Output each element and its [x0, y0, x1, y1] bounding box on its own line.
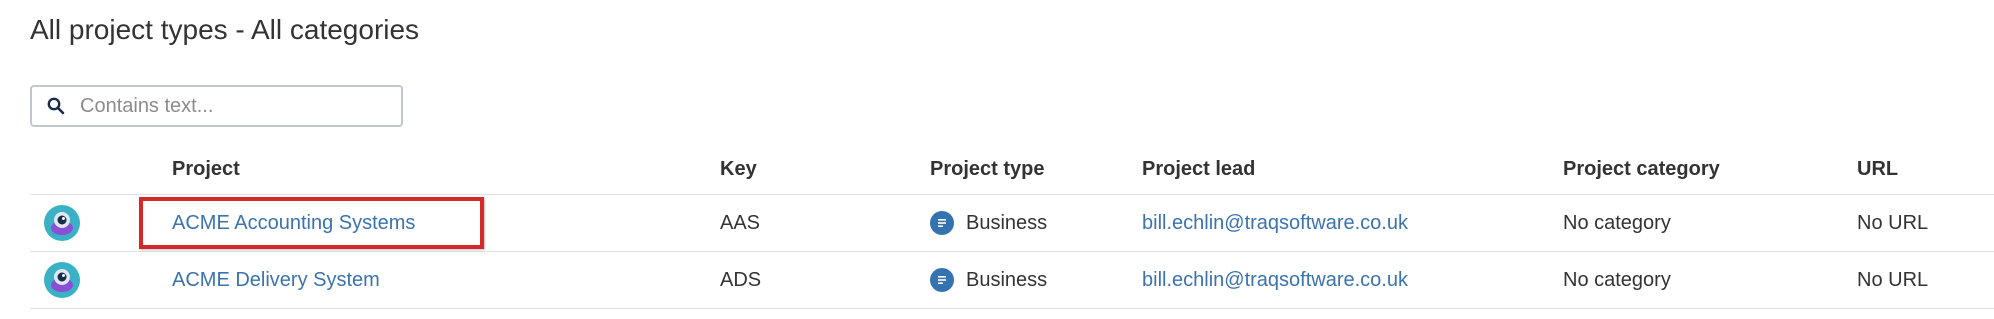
project-key-cell: ADS	[720, 268, 762, 291]
project-type-cell: Business	[930, 195, 1047, 251]
page-title: All project types - All categories	[30, 14, 420, 45]
column-header-project[interactable]: Project	[172, 158, 240, 181]
project-avatar-icon[interactable]	[44, 262, 80, 298]
projects-table: Project Key Project type Project lead Pr…	[30, 150, 1994, 309]
project-key-cell: AAS	[720, 211, 761, 234]
business-icon	[930, 268, 954, 292]
column-header-url[interactable]: URL	[1857, 158, 1898, 181]
column-header-project-category[interactable]: Project category	[1563, 158, 1720, 181]
project-type-label: Business	[966, 268, 1048, 291]
project-lead-link[interactable]: bill.echlin@traqsoftware.co.uk	[1142, 269, 1408, 292]
search-box[interactable]	[30, 85, 403, 127]
project-type-label: Business	[966, 211, 1048, 234]
project-link[interactable]: ACME Delivery System	[172, 269, 380, 292]
project-category-cell: No category	[1563, 211, 1671, 234]
search-icon	[46, 96, 66, 116]
project-name-cell: ACME Accounting Systems	[172, 195, 415, 251]
project-lead-link[interactable]: bill.echlin@traqsoftware.co.uk	[1142, 212, 1408, 235]
project-lead-cell: bill.echlin@traqsoftware.co.uk	[1142, 252, 1408, 308]
business-icon	[930, 211, 954, 235]
project-avatar-icon[interactable]	[44, 205, 80, 241]
project-url-cell: No URL	[1857, 211, 1929, 234]
table-header: Project Key Project type Project lead Pr…	[30, 150, 1994, 195]
project-link[interactable]: ACME Accounting Systems	[172, 212, 415, 235]
project-type-cell: Business	[930, 252, 1047, 308]
table-row: ACME Accounting Systems AAS Business bil…	[30, 195, 1994, 252]
project-lead-cell: bill.echlin@traqsoftware.co.uk	[1142, 195, 1408, 251]
column-header-project-lead[interactable]: Project lead	[1142, 158, 1255, 181]
column-header-project-type[interactable]: Project type	[930, 158, 1044, 181]
column-header-key[interactable]: Key	[720, 158, 757, 181]
search-input[interactable]	[80, 94, 380, 118]
project-url-cell: No URL	[1857, 268, 1929, 291]
table-row: ACME Delivery System ADS Business bill.e…	[30, 252, 1994, 309]
project-category-cell: No category	[1563, 268, 1671, 291]
project-name-cell: ACME Delivery System	[172, 252, 380, 308]
